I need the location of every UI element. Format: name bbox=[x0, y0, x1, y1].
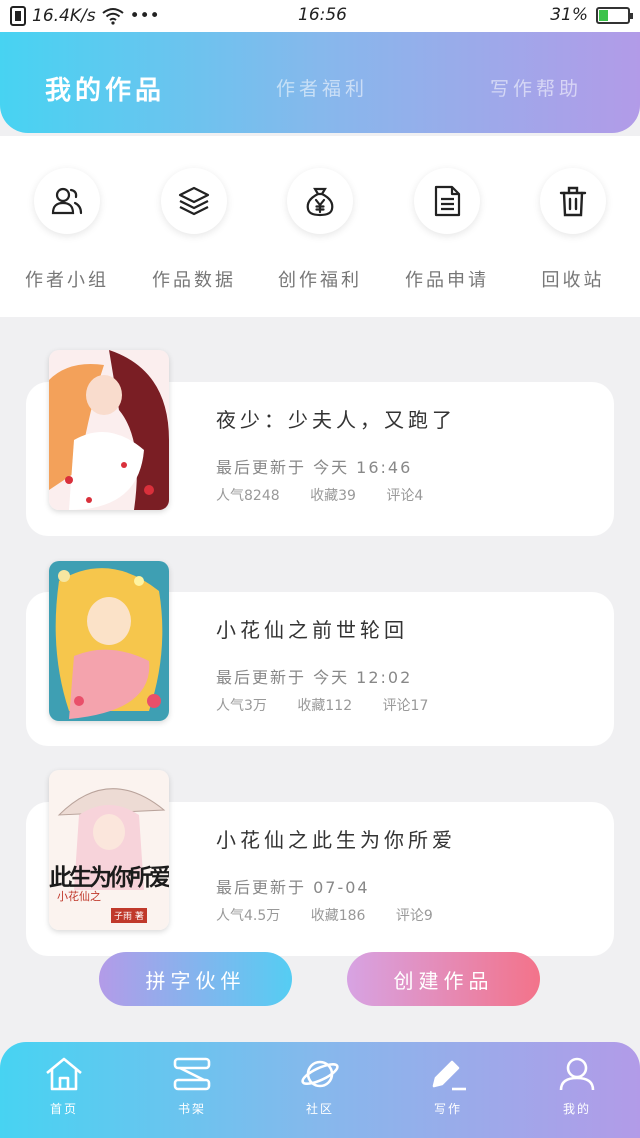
more-dots: ••• bbox=[129, 6, 160, 26]
network-speed: 16.4K/s bbox=[32, 6, 96, 26]
cover-title: 此生为你所爱 bbox=[49, 865, 169, 891]
nav-profile-label: 我的 bbox=[562, 1102, 591, 1116]
status-time: 16:56 bbox=[298, 5, 347, 25]
nav-bookshelf[interactable]: 书架 bbox=[152, 1056, 232, 1117]
app-screen: 16.4K/s ••• 16:56 31% 我的作品 作者福利 写作帮助 作者小… bbox=[0, 0, 640, 1138]
quick-work-application[interactable]: 作品申请 bbox=[392, 168, 502, 292]
quick-creation-benefits[interactable]: 创作福利 bbox=[265, 168, 375, 292]
cover-author: 子雨 著 bbox=[111, 908, 147, 923]
work-title: 小花仙之此生为你所爱 bbox=[216, 828, 456, 852]
work-favorites: 收藏39 bbox=[310, 488, 356, 504]
tab-my-works[interactable]: 我的作品 bbox=[45, 70, 165, 107]
work-favorites: 收藏112 bbox=[297, 698, 353, 714]
work-comments: 评论4 bbox=[386, 488, 424, 504]
author-group-icon bbox=[34, 168, 100, 234]
home-icon bbox=[46, 1057, 82, 1091]
quick-actions: 作者小组 作品数据 创作福利 作品申请 回收站 bbox=[0, 136, 640, 317]
quick-recycle-bin[interactable]: 回收站 bbox=[518, 168, 628, 292]
tab-writing-help[interactable]: 写作帮助 bbox=[490, 74, 582, 101]
planet-icon bbox=[301, 1060, 339, 1088]
bookshelf-icon bbox=[173, 1057, 211, 1091]
nav-community[interactable]: 社区 bbox=[280, 1056, 360, 1117]
quick-work-data[interactable]: 作品数据 bbox=[139, 168, 249, 292]
profile-icon bbox=[559, 1057, 595, 1091]
nav-home[interactable]: 首页 bbox=[24, 1056, 104, 1117]
header-bar: 我的作品 作者福利 写作帮助 bbox=[0, 32, 640, 133]
work-popularity: 人气3万 bbox=[216, 698, 267, 714]
battery-icon bbox=[596, 6, 633, 24]
document-icon bbox=[414, 168, 480, 234]
work-stats: 人气8248 收藏39 评论4 bbox=[216, 485, 449, 505]
pen-icon bbox=[432, 1060, 466, 1091]
work-cover[interactable]: 此生为你所爱 小花仙之 子雨 著 bbox=[49, 770, 169, 930]
status-right: 31% bbox=[550, 5, 633, 25]
create-work-button[interactable]: 创建作品 bbox=[347, 952, 540, 1006]
work-cover[interactable] bbox=[49, 350, 169, 510]
work-title: 小花仙之前世轮回 bbox=[216, 618, 408, 642]
nav-community-label: 社区 bbox=[305, 1102, 334, 1116]
work-popularity: 人气4.5万 bbox=[216, 908, 281, 924]
trash-icon bbox=[540, 168, 606, 234]
work-favorites: 收藏186 bbox=[310, 908, 366, 924]
work-stats: 人气3万 收藏112 评论17 bbox=[216, 695, 454, 715]
quick-recycle-bin-label: 回收站 bbox=[541, 270, 605, 291]
status-bar: 16.4K/s ••• 16:56 31% bbox=[0, 0, 640, 32]
nav-profile[interactable]: 我的 bbox=[537, 1056, 617, 1117]
work-updated: 最后更新于 07-04 bbox=[216, 878, 370, 897]
quick-work-application-label: 作品申请 bbox=[405, 270, 489, 291]
work-popularity: 人气8248 bbox=[216, 488, 280, 504]
money-bag-icon bbox=[287, 168, 353, 234]
nav-write[interactable]: 写作 bbox=[408, 1056, 488, 1117]
quick-work-data-label: 作品数据 bbox=[152, 270, 236, 291]
tab-author-benefits[interactable]: 作者福利 bbox=[276, 74, 368, 101]
quick-author-group[interactable]: 作者小组 bbox=[12, 168, 122, 292]
quick-creation-benefits-label: 创作福利 bbox=[278, 270, 362, 291]
work-cover[interactable] bbox=[49, 561, 169, 721]
partner-button[interactable]: 拼字伙伴 bbox=[99, 952, 292, 1006]
notification-icon bbox=[10, 6, 26, 26]
battery-fill bbox=[599, 9, 608, 21]
quick-author-group-label: 作者小组 bbox=[25, 270, 109, 291]
layers-icon bbox=[161, 168, 227, 234]
work-stats: 人气4.5万 收藏186 评论9 bbox=[216, 905, 459, 925]
battery-percent: 31% bbox=[550, 5, 588, 25]
wifi-icon bbox=[101, 8, 124, 25]
nav-home-label: 首页 bbox=[49, 1102, 78, 1116]
cover-subtitle: 小花仙之 bbox=[57, 890, 101, 903]
bottom-nav: 首页 书架 社区 写作 我的 bbox=[0, 1042, 640, 1138]
nav-write-label: 写作 bbox=[433, 1102, 462, 1116]
status-left: 16.4K/s ••• bbox=[10, 6, 160, 26]
work-title: 夜少：少夫人，又跑了 bbox=[216, 408, 456, 432]
nav-bookshelf-label: 书架 bbox=[177, 1102, 206, 1116]
work-comments: 评论17 bbox=[382, 698, 429, 714]
work-updated: 最后更新于 今天 12:02 bbox=[216, 668, 413, 687]
work-updated: 最后更新于 今天 16:46 bbox=[216, 458, 413, 477]
work-comments: 评论9 bbox=[395, 908, 433, 924]
